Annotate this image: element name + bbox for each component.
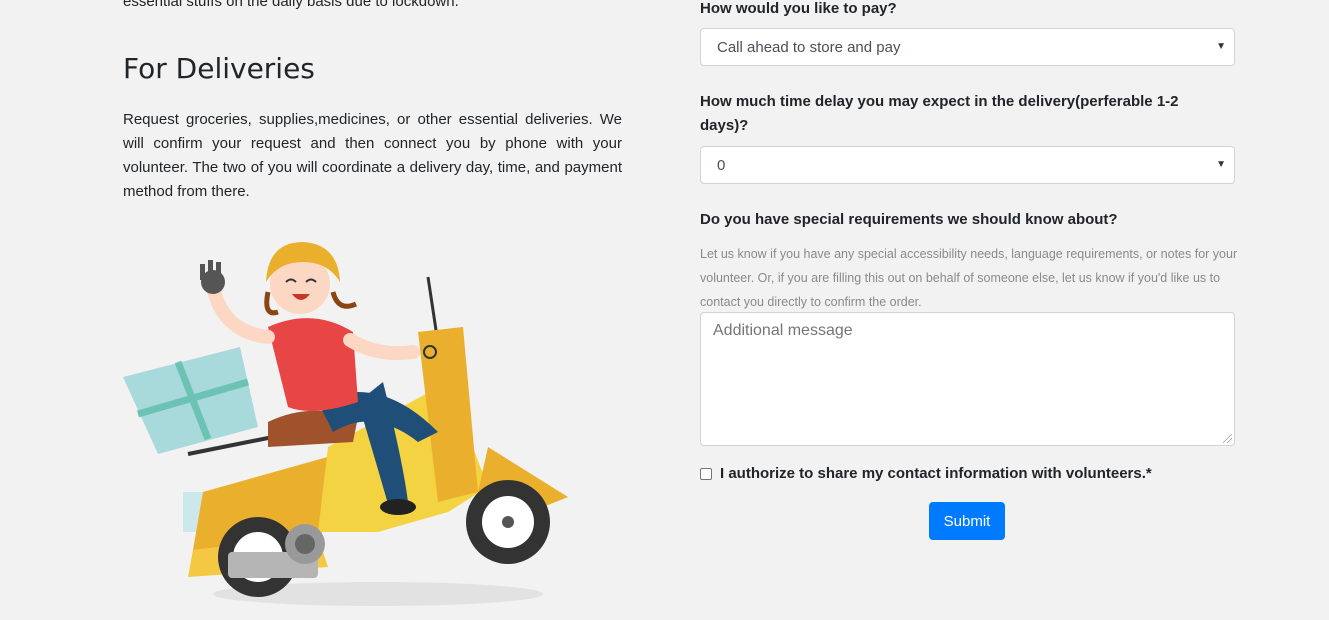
- authorize-label: I authorize to share my contact informat…: [720, 465, 1152, 482]
- chevron-down-icon: ▼: [1216, 159, 1226, 170]
- chevron-down-icon: ▼: [1216, 41, 1226, 52]
- payment-select[interactable]: Call ahead to store and pay ▼: [700, 28, 1235, 66]
- deliveries-description: Request groceries, supplies,medicines, o…: [123, 111, 622, 200]
- requirements-help-text: Let us know if you have any special acce…: [700, 247, 1238, 309]
- authorize-checkbox[interactable]: [700, 468, 712, 480]
- delay-label: How much time delay you may expect in th…: [700, 93, 1179, 134]
- delivery-scooter-illustration: [118, 232, 578, 612]
- payment-label: How would you like to pay?: [700, 0, 897, 17]
- message-placeholder: Additional message: [713, 322, 853, 339]
- delay-select[interactable]: 0 ▼: [700, 146, 1235, 184]
- deliveries-heading: For Deliveries: [123, 52, 315, 85]
- waving-glove-icon: [200, 260, 225, 294]
- intro-text-tail: essential stuffs on the daily basis due …: [123, 0, 459, 10]
- payment-select-value: Call ahead to store and pay: [717, 38, 901, 56]
- requirements-label: Do you have special requirements we shou…: [700, 211, 1118, 228]
- authorize-row: I authorize to share my contact informat…: [700, 462, 1152, 486]
- additional-message-textarea[interactable]: Additional message: [700, 312, 1235, 446]
- delay-select-value: 0: [717, 156, 726, 174]
- resize-handle-icon[interactable]: [1223, 434, 1232, 443]
- submit-button[interactable]: Submit: [929, 502, 1005, 540]
